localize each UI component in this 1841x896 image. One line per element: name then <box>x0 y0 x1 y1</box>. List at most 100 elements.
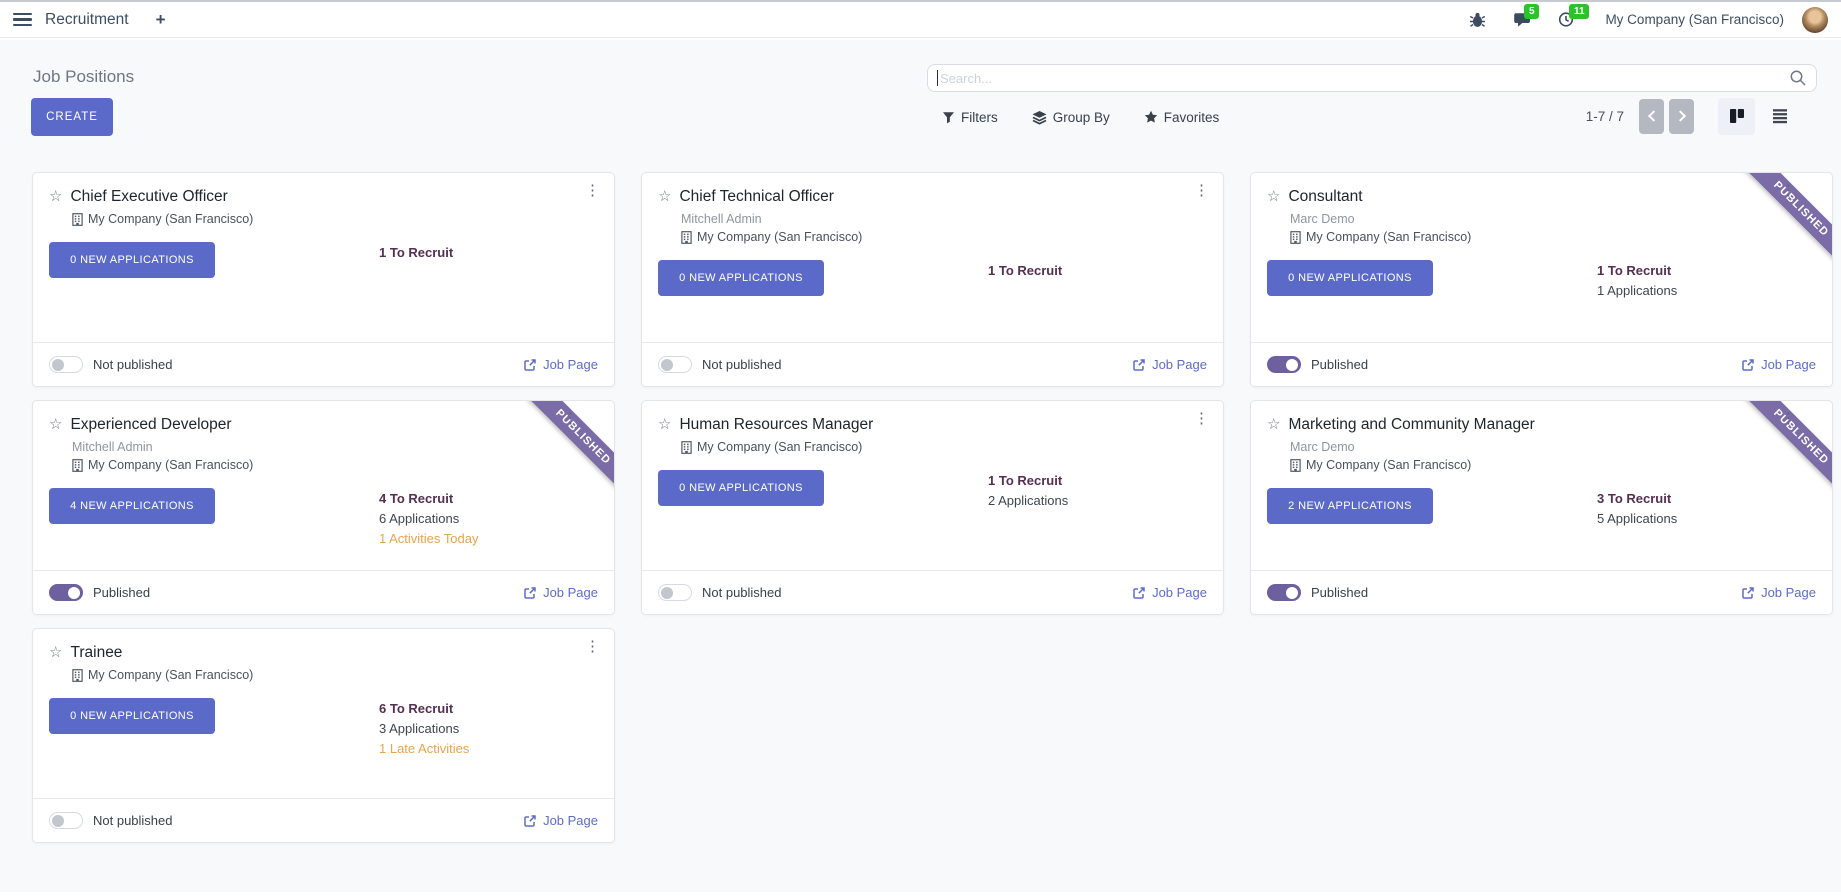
external-link-icon <box>523 586 537 600</box>
publish-toggle[interactable] <box>1267 584 1301 601</box>
job-title[interactable]: Human Resources Manager <box>679 415 873 435</box>
activities-stat: 1 Activities Today <box>379 530 598 547</box>
app-title[interactable]: Recruitment <box>45 11 129 29</box>
kebab-menu-icon[interactable]: ⋮ <box>1781 411 1796 426</box>
to-recruit-stat: 3 To Recruit <box>1597 490 1816 507</box>
favorites-button[interactable]: Favorites <box>1144 110 1220 125</box>
building-icon <box>72 459 83 472</box>
favorite-star-icon[interactable]: ☆ <box>658 415 671 435</box>
search-options-bar: Filters Group By Favorites <box>942 104 1219 130</box>
pager-zone: 1-7 / 7 <box>1586 97 1798 135</box>
kebab-menu-icon[interactable]: ⋮ <box>585 639 600 654</box>
create-button[interactable]: CREATE <box>31 98 113 136</box>
navbar-left: Recruitment + <box>13 11 166 29</box>
to-recruit-stat: 6 To Recruit <box>379 700 598 717</box>
publish-state-label: Published <box>1311 357 1368 372</box>
publish-toggle[interactable] <box>49 812 83 829</box>
company-line: My Company (San Francisco) <box>681 438 1207 456</box>
external-link-icon <box>523 358 537 372</box>
favorite-star-icon[interactable]: ☆ <box>1267 187 1280 207</box>
favorite-star-icon[interactable]: ☆ <box>658 187 671 207</box>
job-title[interactable]: Experienced Developer <box>70 415 231 435</box>
applications-stat: 6 Applications <box>379 510 598 527</box>
star-filled-icon <box>1144 110 1158 124</box>
search-icon[interactable] <box>1789 69 1807 87</box>
new-applications-button[interactable]: 4 NEW APPLICATIONS <box>49 488 215 524</box>
applications-stat: 2 Applications <box>988 492 1207 509</box>
kanban-view-icon <box>1729 108 1745 124</box>
company-line: My Company (San Francisco) <box>72 666 598 684</box>
publish-toggle[interactable] <box>1267 356 1301 373</box>
plus-icon[interactable]: + <box>156 11 166 28</box>
user-avatar[interactable] <box>1802 7 1828 33</box>
job-page-link[interactable]: Job Page <box>523 357 598 372</box>
job-page-link[interactable]: Job Page <box>1132 357 1207 372</box>
pager-value[interactable]: 1-7 / 7 <box>1586 109 1624 124</box>
company-switcher[interactable]: My Company (San Francisco) <box>1605 12 1784 27</box>
messages-icon[interactable]: 5 <box>1513 11 1531 28</box>
new-applications-button[interactable]: 0 NEW APPLICATIONS <box>658 470 824 506</box>
filters-button[interactable]: Filters <box>942 110 998 125</box>
card-footer: Not published Job Page <box>33 342 614 386</box>
kebab-menu-icon[interactable]: ⋮ <box>585 183 600 198</box>
job-page-link[interactable]: Job Page <box>523 585 598 600</box>
card-footer: Published Job Page <box>1251 342 1832 386</box>
favorite-star-icon[interactable]: ☆ <box>49 187 62 207</box>
job-page-link[interactable]: Job Page <box>1741 357 1816 372</box>
job-title[interactable]: Chief Executive Officer <box>70 187 227 207</box>
publish-toggle[interactable] <box>658 356 692 373</box>
publish-state-label: Published <box>1311 585 1368 600</box>
to-recruit-stat: 1 To Recruit <box>988 262 1207 279</box>
pager-previous-button[interactable] <box>1639 99 1664 134</box>
job-page-link[interactable]: Job Page <box>1741 585 1816 600</box>
company-line: My Company (San Francisco) <box>681 228 1207 246</box>
new-applications-button[interactable]: 2 NEW APPLICATIONS <box>1267 488 1433 524</box>
new-applications-button[interactable]: 0 NEW APPLICATIONS <box>49 242 215 278</box>
new-applications-button[interactable]: 0 NEW APPLICATIONS <box>49 698 215 734</box>
publish-toggle[interactable] <box>49 356 83 373</box>
search-input[interactable] <box>927 64 1817 92</box>
external-link-icon <box>1741 358 1755 372</box>
debug-bug-icon[interactable] <box>1469 11 1486 28</box>
kebab-menu-icon[interactable]: ⋮ <box>1194 183 1209 198</box>
building-icon <box>1290 231 1301 244</box>
publish-toggle[interactable] <box>49 584 83 601</box>
new-applications-button[interactable]: 0 NEW APPLICATIONS <box>1267 260 1433 296</box>
activities-clock-icon[interactable]: 11 <box>1558 11 1575 28</box>
top-navbar: Recruitment + 5 11 My Company (San Franc… <box>0 2 1841 38</box>
job-title[interactable]: Marketing and Community Manager <box>1288 415 1534 435</box>
job-title[interactable]: Trainee <box>70 643 122 663</box>
to-recruit-stat: 1 To Recruit <box>988 472 1207 489</box>
list-view-button[interactable] <box>1761 98 1798 135</box>
filter-funnel-icon <box>942 111 955 124</box>
new-applications-button[interactable]: 0 NEW APPLICATIONS <box>658 260 824 296</box>
job-title[interactable]: Consultant <box>1288 187 1362 207</box>
card-footer: Not published Job Page <box>33 798 614 842</box>
job-card-consultant: PUBLISHED ☆ Consultant ⋮ Marc Demo My Co… <box>1250 172 1833 387</box>
group-by-button[interactable]: Group By <box>1032 110 1110 125</box>
favorite-star-icon[interactable]: ☆ <box>1267 415 1280 435</box>
manager-name: Mitchell Admin <box>681 210 1207 228</box>
kanban-view-button[interactable] <box>1718 98 1755 135</box>
publish-toggle[interactable] <box>658 584 692 601</box>
kebab-menu-icon[interactable]: ⋮ <box>1194 411 1209 426</box>
favorite-star-icon[interactable]: ☆ <box>49 415 62 435</box>
card-stats: 1 To Recruit <box>988 260 1207 296</box>
job-page-link[interactable]: Job Page <box>523 813 598 828</box>
pager-next-button[interactable] <box>1669 99 1694 134</box>
kebab-menu-icon[interactable]: ⋮ <box>563 411 578 426</box>
publish-state-label: Published <box>93 585 150 600</box>
manager-name: Marc Demo <box>1290 210 1816 228</box>
messages-count-badge: 5 <box>1524 4 1539 19</box>
publish-state-label: Not published <box>93 357 173 372</box>
apps-menu-icon[interactable] <box>13 13 32 27</box>
job-card-chief-executive-officer: ☆ Chief Executive Officer ⋮ My Company (… <box>32 172 615 387</box>
job-card-chief-technical-officer: ☆ Chief Technical Officer ⋮ Mitchell Adm… <box>641 172 1224 387</box>
kanban-cards-grid: ☆ Chief Executive Officer ⋮ My Company (… <box>32 172 1833 843</box>
job-page-link[interactable]: Job Page <box>1132 585 1207 600</box>
job-title[interactable]: Chief Technical Officer <box>679 187 834 207</box>
external-link-icon <box>1132 358 1146 372</box>
kebab-menu-icon[interactable]: ⋮ <box>1781 183 1796 198</box>
favorite-star-icon[interactable]: ☆ <box>49 643 62 663</box>
activities-stat: 1 Late Activities <box>379 740 598 757</box>
